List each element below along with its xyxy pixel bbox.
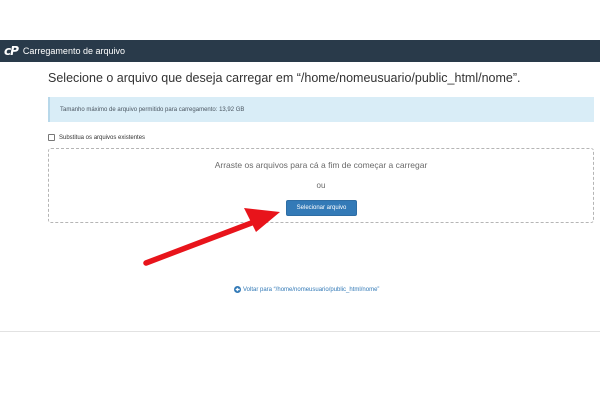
or-separator: ou bbox=[316, 181, 326, 190]
page-heading: Selecione o arquivo que deseja carregar … bbox=[48, 71, 521, 85]
file-dropzone[interactable]: Arraste os arquivos para cá a fim de com… bbox=[48, 148, 594, 223]
page: cP Carregamento de arquivo Selecione o a… bbox=[0, 0, 600, 400]
header-bar: cP Carregamento de arquivo bbox=[0, 40, 600, 62]
back-link-text[interactable]: Voltar para “/home/nomeusuario/public_ht… bbox=[243, 287, 379, 293]
dropzone-text: Arraste os arquivos para cá a fim de com… bbox=[214, 160, 428, 170]
footer-divider bbox=[0, 331, 600, 332]
select-file-button[interactable]: Selecionar arquivo bbox=[286, 200, 357, 216]
cpanel-logo-icon[interactable]: cP bbox=[4, 45, 19, 57]
overwrite-checkbox[interactable] bbox=[48, 134, 55, 141]
max-size-info-text: Tamanho máximo de arquivo permitido para… bbox=[60, 106, 245, 113]
overwrite-label[interactable]: Substitua os arquivos existentes bbox=[59, 135, 145, 141]
back-link[interactable]: Voltar para “/home/nomeusuario/public_ht… bbox=[234, 286, 379, 293]
max-size-info-box: Tamanho máximo de arquivo permitido para… bbox=[48, 97, 594, 122]
overwrite-option[interactable]: Substitua os arquivos existentes bbox=[48, 134, 145, 141]
page-title-bar: Carregamento de arquivo bbox=[22, 45, 125, 56]
circle-arrow-left-icon bbox=[234, 286, 241, 293]
arrow-shaft bbox=[143, 219, 257, 266]
